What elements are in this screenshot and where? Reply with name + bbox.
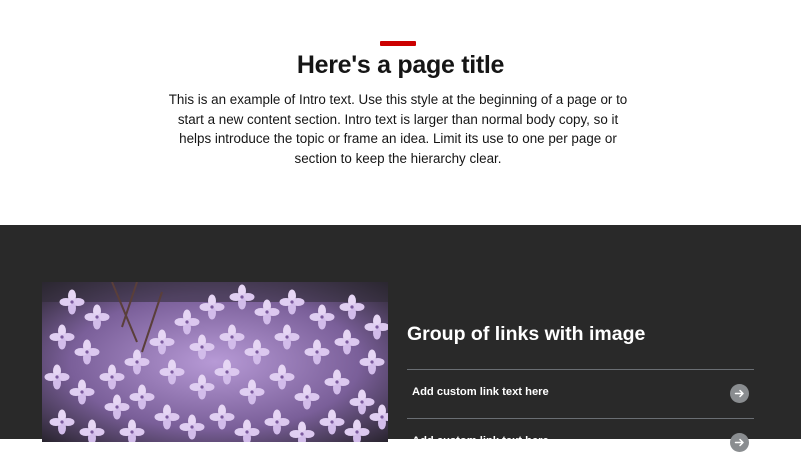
links-group-title: Group of links with image xyxy=(407,323,646,345)
lilac-flowers-image xyxy=(42,282,388,442)
links-with-image-section: Group of links with image Add custom lin… xyxy=(0,225,801,452)
link-item[interactable]: Add custom link text here xyxy=(407,369,754,418)
link-label[interactable]: Add custom link text here xyxy=(412,435,549,447)
arrow-right-icon[interactable] xyxy=(730,433,749,452)
intro-text: This is an example of Intro text. Use th… xyxy=(168,92,628,166)
arrow-right-icon[interactable] xyxy=(730,384,749,403)
link-list: Add custom link text here Add custom lin… xyxy=(407,369,754,467)
link-item[interactable]: Add custom link text here xyxy=(407,418,754,467)
title-accent-bar xyxy=(380,41,416,46)
intro-section: Here's a page title This is an example o… xyxy=(0,0,801,225)
lilac-flowers-illustration xyxy=(42,282,388,442)
link-label[interactable]: Add custom link text here xyxy=(412,386,549,398)
page-title: Here's a page title xyxy=(296,51,505,79)
